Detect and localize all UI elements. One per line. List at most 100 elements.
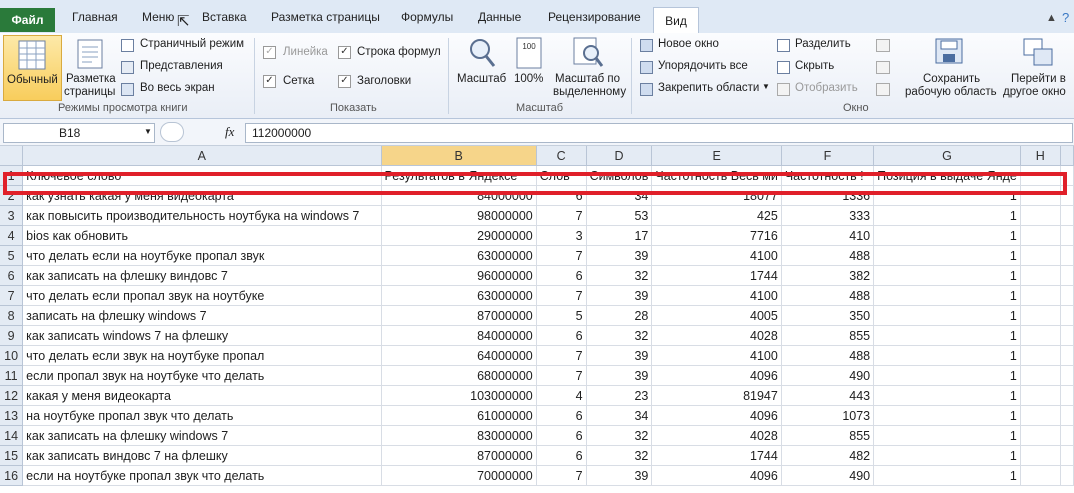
cell[interactable]: 6 bbox=[536, 265, 587, 286]
cell[interactable]: 70000000 bbox=[381, 465, 537, 486]
column-header[interactable]: G bbox=[873, 146, 1021, 166]
row-header[interactable]: 6 bbox=[0, 265, 24, 286]
switch-windows-button[interactable]: Перейти в другое окно bbox=[1003, 35, 1074, 99]
name-box[interactable]: B18 ▼ bbox=[3, 123, 155, 143]
cell[interactable]: 53 bbox=[586, 205, 653, 226]
cell[interactable]: 63000000 bbox=[381, 285, 537, 306]
cell[interactable] bbox=[1020, 445, 1061, 466]
row-header[interactable]: 5 bbox=[0, 245, 24, 266]
row-header[interactable]: 7 bbox=[0, 285, 24, 306]
cell[interactable]: 1 bbox=[873, 445, 1021, 466]
cell[interactable]: 63000000 bbox=[381, 245, 537, 266]
column-header[interactable] bbox=[1060, 146, 1074, 166]
cell[interactable]: 6 bbox=[536, 405, 587, 426]
cell[interactable]: 4005 bbox=[651, 305, 782, 326]
row-header[interactable]: 9 bbox=[0, 325, 24, 346]
cell[interactable]: 83000000 bbox=[381, 425, 537, 446]
freeze-panes-button[interactable]: Закрепить области ▼ bbox=[640, 82, 770, 97]
headings-checkbox[interactable]: ✓ bbox=[338, 75, 351, 88]
cell[interactable] bbox=[1060, 205, 1074, 226]
cell[interactable]: 488 bbox=[781, 345, 875, 366]
cell[interactable]: 1744 bbox=[651, 445, 782, 466]
cell[interactable]: записать на флешку windows 7 bbox=[22, 305, 382, 326]
zoom-100-button[interactable]: 100 100% bbox=[511, 35, 547, 99]
cell[interactable]: 7 bbox=[536, 365, 587, 386]
cell[interactable]: bios как обновить bbox=[22, 225, 382, 246]
row-header[interactable]: 8 bbox=[0, 305, 24, 326]
formula-input[interactable]: 112000000 bbox=[245, 123, 1073, 143]
cell[interactable]: 490 bbox=[781, 465, 875, 486]
column-header[interactable]: A bbox=[22, 146, 382, 166]
row-header[interactable]: 14 bbox=[0, 425, 24, 446]
row-header[interactable]: 10 bbox=[0, 345, 24, 366]
cell[interactable] bbox=[1060, 345, 1074, 366]
cell[interactable]: 1 bbox=[873, 365, 1021, 386]
cell[interactable]: 410 bbox=[781, 225, 875, 246]
row-header[interactable]: 3 bbox=[0, 205, 24, 226]
cell[interactable]: 7 bbox=[536, 245, 587, 266]
tab-view[interactable]: Вид bbox=[653, 7, 699, 34]
cell[interactable]: 84000000 bbox=[381, 325, 537, 346]
cell[interactable] bbox=[1060, 325, 1074, 346]
cell[interactable]: 350 bbox=[781, 305, 875, 326]
cell[interactable]: 39 bbox=[586, 465, 653, 486]
cell[interactable]: 39 bbox=[586, 365, 653, 386]
cell[interactable] bbox=[1020, 405, 1061, 426]
cell[interactable]: 81947 bbox=[651, 385, 782, 406]
ruler-checkbox[interactable]: ✓ bbox=[263, 46, 276, 59]
column-header[interactable]: C bbox=[536, 146, 587, 166]
cell[interactable] bbox=[1020, 205, 1061, 226]
tab-data[interactable]: Данные bbox=[478, 10, 521, 24]
cell[interactable]: 4100 bbox=[651, 245, 782, 266]
cell[interactable]: 39 bbox=[586, 245, 653, 266]
cell[interactable] bbox=[1020, 465, 1061, 486]
cell[interactable]: 5 bbox=[536, 305, 587, 326]
unhide-button[interactable]: Отобразить bbox=[777, 82, 867, 97]
cell[interactable]: 32 bbox=[586, 265, 653, 286]
page-break-view-button[interactable]: Страничный режим bbox=[121, 38, 251, 53]
synchronous-scrolling-icon[interactable] bbox=[876, 61, 890, 74]
gridlines-checkbox[interactable]: ✓ bbox=[263, 75, 276, 88]
cell[interactable]: 4096 bbox=[651, 465, 782, 486]
cell[interactable]: 4028 bbox=[651, 325, 782, 346]
cell[interactable]: если пропал звук на ноутбуке что делать bbox=[22, 365, 382, 386]
cell[interactable]: 68000000 bbox=[381, 365, 537, 386]
save-workspace-button[interactable]: Сохранить рабочую область bbox=[903, 35, 999, 99]
cell[interactable] bbox=[1020, 345, 1061, 366]
cell[interactable]: что делать если на ноутбуке пропал звук bbox=[22, 245, 382, 266]
cell[interactable] bbox=[1020, 365, 1061, 386]
cell[interactable]: 333 bbox=[781, 205, 875, 226]
cell[interactable]: 32 bbox=[586, 425, 653, 446]
row-header[interactable]: 16 bbox=[0, 465, 24, 486]
cell[interactable]: 98000000 bbox=[381, 205, 537, 226]
cell[interactable]: 1 bbox=[873, 285, 1021, 306]
column-header[interactable]: E bbox=[651, 146, 782, 166]
cell[interactable]: 488 bbox=[781, 285, 875, 306]
column-header[interactable]: F bbox=[781, 146, 875, 166]
zoom-to-selection-button[interactable]: Масштаб по выделенному bbox=[551, 35, 627, 99]
cell[interactable]: 6 bbox=[536, 425, 587, 446]
help-icon[interactable]: ? bbox=[1062, 10, 1069, 25]
row-header[interactable]: 13 bbox=[0, 405, 24, 426]
tab-insert[interactable]: Вставка bbox=[202, 10, 247, 24]
cell[interactable] bbox=[1020, 325, 1061, 346]
cell[interactable]: 6 bbox=[536, 325, 587, 346]
cell[interactable]: 23 bbox=[586, 385, 653, 406]
arrange-all-button[interactable]: Упорядочить все bbox=[640, 60, 765, 75]
cell[interactable]: 1 bbox=[873, 205, 1021, 226]
cell[interactable]: 7 bbox=[536, 345, 587, 366]
custom-views-button[interactable]: Представления bbox=[121, 60, 231, 75]
cell[interactable]: 4 bbox=[536, 385, 587, 406]
cell[interactable]: 1 bbox=[873, 325, 1021, 346]
cell[interactable] bbox=[1060, 225, 1074, 246]
cell[interactable]: 1 bbox=[873, 425, 1021, 446]
formula-bar-checkbox[interactable]: ✓ bbox=[338, 46, 351, 59]
minimize-ribbon-icon[interactable]: ▲ bbox=[1046, 12, 1057, 24]
cell[interactable] bbox=[1060, 385, 1074, 406]
cell[interactable]: как записать на флешку виндовс 7 bbox=[22, 265, 382, 286]
cell[interactable]: 28 bbox=[586, 305, 653, 326]
cell[interactable]: как записать виндовс 7 на флешку bbox=[22, 445, 382, 466]
cell[interactable]: 34 bbox=[586, 405, 653, 426]
cell[interactable]: 64000000 bbox=[381, 345, 537, 366]
cell[interactable]: на ноутбуке пропал звук что делать bbox=[22, 405, 382, 426]
